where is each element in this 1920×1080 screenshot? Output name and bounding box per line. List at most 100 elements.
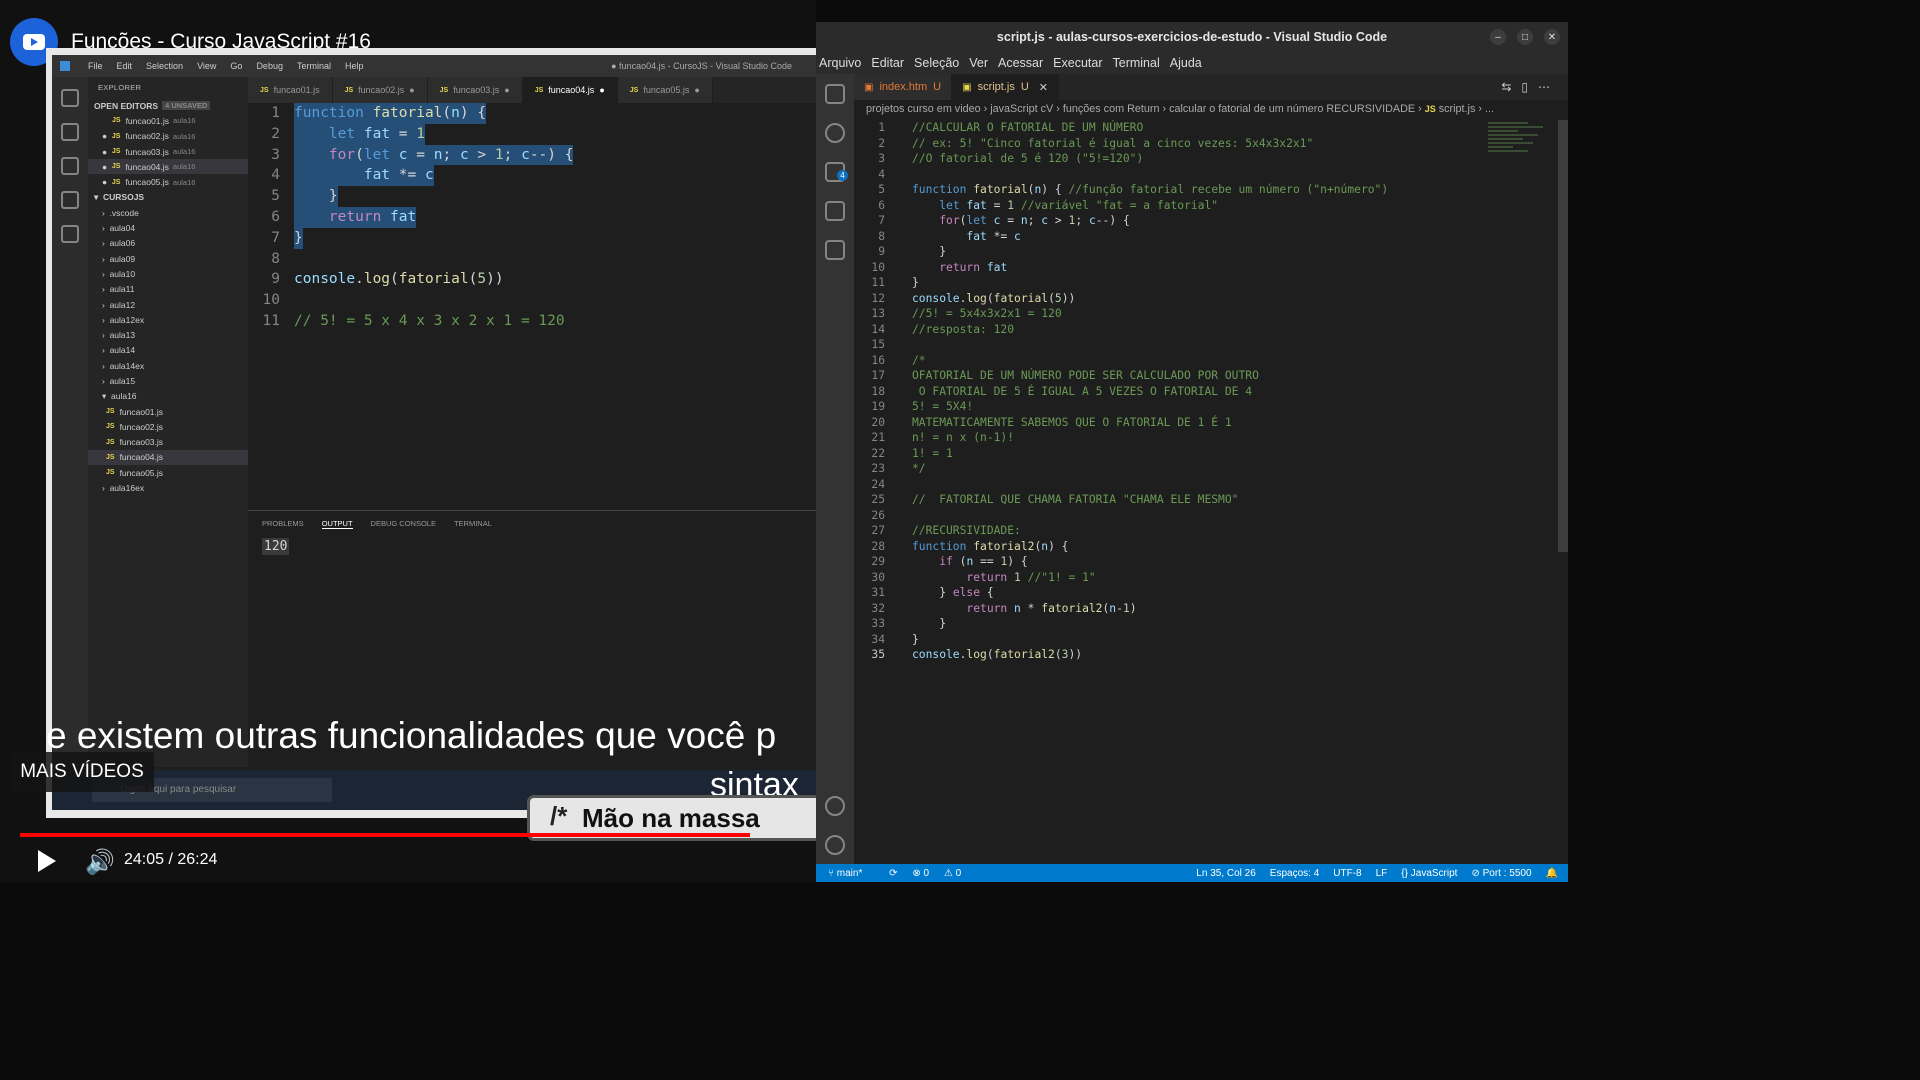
debug-icon: [61, 191, 79, 209]
minimap[interactable]: [1484, 120, 1554, 180]
open-editors-header: OPEN EDITORS: [94, 100, 159, 111]
close-icon[interactable]: ✕: [1544, 29, 1560, 45]
menu-editar[interactable]: Editar: [871, 56, 904, 70]
video-content-ide: File Edit Selection View Go Debug Termin…: [52, 55, 816, 810]
file-item: JS funcao03.js: [106, 437, 164, 448]
more-videos-button[interactable]: MAIS VÍDEOS: [10, 752, 154, 792]
unsaved-badge: 4 UNSAVED: [162, 101, 211, 111]
panel-tab-output: OUTPUT: [321, 519, 353, 529]
time-display: 24:05 / 26:24: [124, 851, 218, 868]
file-item: JS funcao04.js: [88, 449, 248, 466]
account-icon[interactable]: [825, 796, 845, 816]
inner-menubar: File Edit Selection View Go Debug Termin…: [52, 55, 816, 77]
folder-item: › aula12ex: [102, 314, 145, 325]
cursor-position[interactable]: Ln 35, Col 26: [1196, 868, 1256, 879]
tab-script-js[interactable]: ▣ script.js U ✕: [952, 74, 1060, 100]
settings-gear-icon[interactable]: [825, 835, 845, 855]
file-item: JS funcao02.js: [106, 421, 164, 432]
folder-item: › aula11: [102, 284, 135, 295]
play-button[interactable]: [38, 850, 56, 872]
inner-tab: JS funcao02.js ●: [332, 77, 428, 103]
language-mode[interactable]: {} JavaScript: [1401, 868, 1457, 879]
window-title: script.js - aulas-cursos-exercicios-de-e…: [996, 30, 1388, 44]
menu-ajuda[interactable]: Ajuda: [1170, 56, 1202, 70]
panel-tab-debug-console: DEBUG CONSOLE: [370, 519, 436, 528]
line-ending[interactable]: LF: [1376, 868, 1388, 879]
volume-icon[interactable]: 🔊: [85, 848, 115, 877]
inner-menu-item: Edit: [116, 61, 133, 71]
inner-menu-item: Debug: [256, 61, 283, 71]
folder-item: › aula04: [102, 223, 136, 234]
vscode-window: script.js - aulas-cursos-exercicios-de-e…: [816, 22, 1568, 882]
vscode-titlebar: script.js - aulas-cursos-exercicios-de-e…: [816, 22, 1568, 52]
menu-selecao[interactable]: Seleção: [914, 56, 959, 70]
files-icon: [61, 89, 79, 107]
inner-tabs: JS funcao01.js JS funcao02.js ● JS funcao03…: [248, 77, 816, 103]
activity-bar: 4: [816, 74, 854, 864]
inner-tab: JS funcao03.js ●: [427, 77, 523, 103]
inner-code-editor: 1 function fatorial(n) { 2 let fat = 1 3 …: [262, 103, 574, 329]
editor-actions-icons[interactable]: ⇆▯⋯: [1501, 80, 1560, 94]
live-server-port[interactable]: ⊘ Port : 5500: [1471, 868, 1531, 879]
search-icon: [61, 123, 79, 141]
folder-item: ▾ aula16: [102, 390, 137, 402]
extensions-icon: [61, 225, 79, 243]
notifications-bell-icon[interactable]: 🔔: [1546, 868, 1558, 879]
player-controls: 🔊 24:05 / 26:24: [0, 840, 816, 882]
output-value: 120: [262, 538, 290, 555]
folder-item: › aula16ex: [102, 483, 145, 494]
git-branch[interactable]: ⑂ main*: [828, 868, 874, 879]
folder-item: › aula12: [102, 299, 136, 310]
project-header: CURSOJS: [103, 192, 145, 203]
tab-index-htm[interactable]: ▣ index.htm U: [854, 74, 953, 100]
run-debug-icon[interactable]: [825, 201, 845, 221]
breadcrumb[interactable]: projetos curso em video › javaScript cV …: [854, 100, 1568, 120]
menu-arquivo[interactable]: Arquivo: [819, 56, 861, 70]
vscode-logo-icon: [60, 61, 70, 71]
minimize-icon[interactable]: –: [1490, 29, 1506, 45]
sync-icon[interactable]: ⟳: [889, 868, 897, 879]
status-bar: ⑂ main* ⟳ ⊗ 0 ⚠ 0 Ln 35, Col 26 Espaços:…: [816, 864, 1568, 882]
caption-line-1: e existem outras funcionalidades que voc…: [46, 715, 777, 756]
progress-bar[interactable]: [20, 833, 750, 837]
folder-item: › aula15: [102, 375, 136, 386]
tab-close-icon[interactable]: ✕: [1039, 81, 1048, 94]
open-editor-item: ● JS funcao04.js aula16: [88, 159, 248, 175]
indentation[interactable]: Espaços: 4: [1270, 868, 1319, 879]
extensions-icon[interactable]: [825, 240, 845, 260]
inner-menu-item: View: [197, 61, 217, 71]
folder-item: › aula14: [102, 345, 136, 356]
inner-explorer: EXPLORER OPEN EDITORS 4 UNSAVED JS funcao0…: [88, 77, 248, 767]
source-control-icon: [61, 157, 79, 175]
inner-menu-item: Selection: [146, 61, 184, 71]
inner-menu-item: Terminal: [296, 61, 331, 71]
inner-window-title: ● funcao04.js - CursoJS - Visual Studio …: [611, 61, 792, 71]
inner-menu-item: File: [88, 61, 103, 71]
inner-activity-bar: [52, 77, 88, 767]
inner-tab: JS funcao01.js: [248, 77, 333, 103]
vertical-scrollbar[interactable]: [1558, 120, 1568, 552]
inner-menu-item: Go: [230, 61, 243, 71]
panel-tab-problems: PROBLEMS: [262, 519, 304, 528]
folder-item: › .vscode: [102, 207, 139, 218]
file-item: JS funcao05.js: [106, 467, 164, 478]
problems-count[interactable]: ⊗ 0 ⚠ 0: [912, 868, 973, 879]
inner-menu-item: Help: [344, 61, 364, 71]
folder-item: › aula09: [102, 253, 136, 264]
video-player[interactable]: Funções - Curso JavaScript #16 File Edit…: [0, 0, 816, 882]
encoding[interactable]: UTF-8: [1333, 868, 1361, 879]
code-editor[interactable]: 1//CALCULAR O FATORIAL DE UM NÚMERO 2// …: [854, 120, 1494, 663]
menu-executar[interactable]: Executar: [1053, 56, 1102, 70]
folder-item: › aula14ex: [102, 360, 145, 371]
menu-acessar[interactable]: Acessar: [998, 56, 1043, 70]
scm-badge: 4: [837, 170, 848, 181]
editor-tabs: ▣ index.htm U ▣ script.js U ✕ ⇆▯⋯: [854, 74, 1568, 100]
maximize-icon[interactable]: □: [1517, 29, 1533, 45]
inner-tab-active: JS funcao04.js ●: [522, 77, 618, 103]
explorer-icon[interactable]: [825, 84, 845, 104]
open-editor-item: ● JS funcao03.js aula16: [102, 146, 196, 157]
search-icon[interactable]: [825, 123, 845, 143]
menu-ver[interactable]: Ver: [969, 56, 988, 70]
folder-item: › aula06: [102, 238, 136, 249]
menu-terminal[interactable]: Terminal: [1113, 56, 1160, 70]
